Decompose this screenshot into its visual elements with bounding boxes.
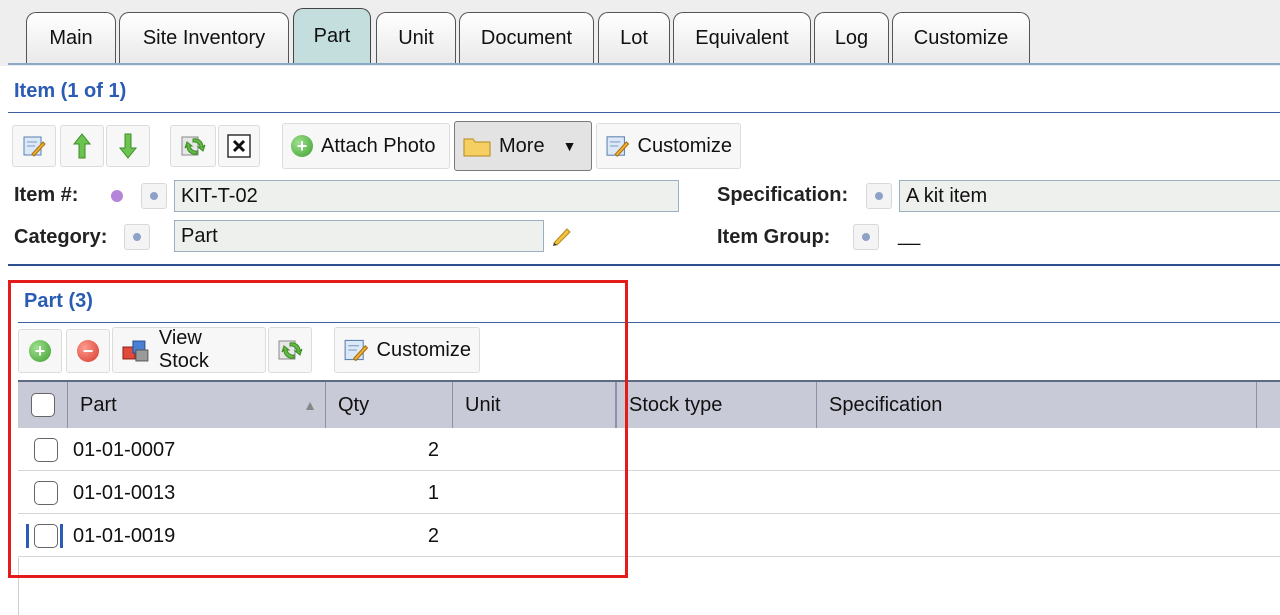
col-header-qty[interactable]: Qty [326, 382, 453, 428]
row-checkbox[interactable] [34, 524, 58, 548]
info-icon[interactable] [853, 224, 879, 250]
table-row[interactable]: 01-01-0013 1 [18, 472, 1280, 514]
move-up-button[interactable] [60, 125, 104, 167]
item-group-value: __ [898, 224, 921, 246]
part-section-title: Part (3) [24, 290, 93, 312]
category-label: Category: [14, 226, 108, 248]
info-icon[interactable] [141, 183, 167, 209]
required-dot-icon [111, 190, 123, 202]
tab-unit[interactable]: Unit [376, 12, 456, 64]
customize-icon [606, 136, 630, 157]
item-customize-button[interactable]: Customize [596, 123, 741, 169]
part-section-rule [18, 322, 1280, 323]
plus-circle-icon: + [29, 340, 51, 362]
tab-label: Document [480, 27, 573, 49]
col-header-part[interactable]: Part ▲ [68, 382, 326, 428]
category-field[interactable]: Part [174, 220, 544, 252]
tab-label: Customize [913, 27, 1009, 49]
cell-part: 01-01-0013 [73, 481, 176, 504]
part-refresh-button[interactable] [268, 327, 312, 373]
refresh-icon [181, 136, 206, 156]
tab-customize[interactable]: Customize [892, 12, 1030, 64]
col-label: Part [80, 393, 117, 416]
cell-part: 01-01-0019 [73, 524, 176, 547]
tab-label: Unit [398, 27, 434, 49]
view-stock-label: View Stock [158, 327, 209, 372]
chevron-down-icon: ▼ [562, 138, 577, 154]
table-row[interactable]: 01-01-0019 2 [18, 515, 1280, 557]
select-all-cell [18, 382, 68, 428]
tab-label: Log [834, 27, 869, 49]
refresh-icon [278, 340, 303, 360]
view-stock-button[interactable]: View Stock [112, 327, 266, 373]
edit-icon [23, 136, 46, 157]
row-focus-indicator [26, 524, 29, 548]
tab-label: Main [49, 27, 93, 49]
folder-icon [463, 138, 491, 157]
tab-lot[interactable]: Lot [598, 12, 670, 64]
attach-photo-button[interactable]: + Attach Photo [282, 123, 450, 169]
add-part-button[interactable]: + [18, 329, 62, 373]
cell-qty: 1 [427, 481, 439, 504]
refresh-button[interactable] [170, 125, 216, 167]
col-header-unit[interactable]: Unit [453, 382, 616, 428]
item-no-field[interactable]: KIT-T-02 [174, 180, 679, 212]
pencil-icon[interactable] [550, 223, 574, 253]
item-group-label: Item Group: [717, 226, 831, 248]
row-focus-indicator [60, 524, 63, 548]
col-header-stock-type[interactable]: Stock type [616, 382, 817, 428]
item-section-rule [8, 112, 1280, 113]
edit-button[interactable] [12, 125, 56, 167]
info-icon[interactable] [866, 183, 892, 209]
remove-part-button[interactable]: − [66, 329, 110, 373]
specification-label: Specification: [717, 184, 849, 206]
boxes-icon [122, 340, 149, 362]
tab-label: Site Inventory [142, 27, 266, 49]
attach-photo-label: Attach Photo [321, 134, 436, 157]
more-label: More [499, 134, 545, 157]
customize-label: Customize [637, 134, 732, 157]
more-dropdown-button[interactable]: More ▼ [454, 121, 592, 171]
cell-qty: 2 [427, 524, 439, 547]
move-down-button[interactable] [106, 125, 150, 167]
customize-icon [344, 339, 369, 362]
arrow-down-icon [118, 133, 138, 159]
close-box-icon [227, 134, 251, 158]
plus-circle-icon: + [291, 135, 313, 157]
col-label: Stock type [629, 393, 723, 416]
row-checkbox[interactable] [34, 481, 58, 505]
col-label: Specification [829, 393, 943, 416]
tab-part[interactable]: Part [293, 8, 371, 64]
select-all-checkbox[interactable] [30, 393, 55, 417]
item-section-title: Item (1 of 1) [14, 80, 127, 102]
tab-label: Lot [620, 27, 648, 49]
tab-main[interactable]: Main [26, 12, 116, 64]
arrow-up-icon [72, 133, 92, 159]
table-row[interactable]: 01-01-0007 2 [18, 429, 1280, 471]
col-header-specification[interactable]: Specification [817, 382, 1257, 428]
part-customize-button[interactable]: Customize [334, 327, 480, 373]
info-icon[interactable] [124, 224, 150, 250]
parts-grid-header: Part ▲ Qty Unit Stock type Specification [18, 380, 1280, 428]
section-divider [8, 264, 1280, 266]
col-label: Unit [465, 393, 501, 416]
row-checkbox[interactable] [34, 438, 58, 462]
cell-part: 01-01-0007 [73, 438, 176, 461]
col-label: Qty [338, 393, 370, 416]
sort-ascending-icon: ▲ [303, 397, 317, 413]
cell-qty: 2 [427, 438, 439, 461]
tab-underline [8, 63, 1280, 65]
tab-document[interactable]: Document [459, 12, 594, 64]
tab-label: Equivalent [695, 27, 789, 49]
tab-label: Part [313, 25, 351, 47]
tab-site-inventory[interactable]: Site Inventory [119, 12, 289, 64]
tab-log[interactable]: Log [814, 12, 889, 64]
tab-equivalent[interactable]: Equivalent [673, 12, 811, 64]
customize-label: Customize [376, 338, 471, 361]
minus-circle-icon: − [77, 340, 99, 362]
specification-field[interactable]: A kit item [899, 180, 1280, 212]
item-no-label: Item #: [14, 184, 79, 206]
delete-button[interactable] [218, 125, 260, 167]
grid-left-border [18, 558, 19, 615]
